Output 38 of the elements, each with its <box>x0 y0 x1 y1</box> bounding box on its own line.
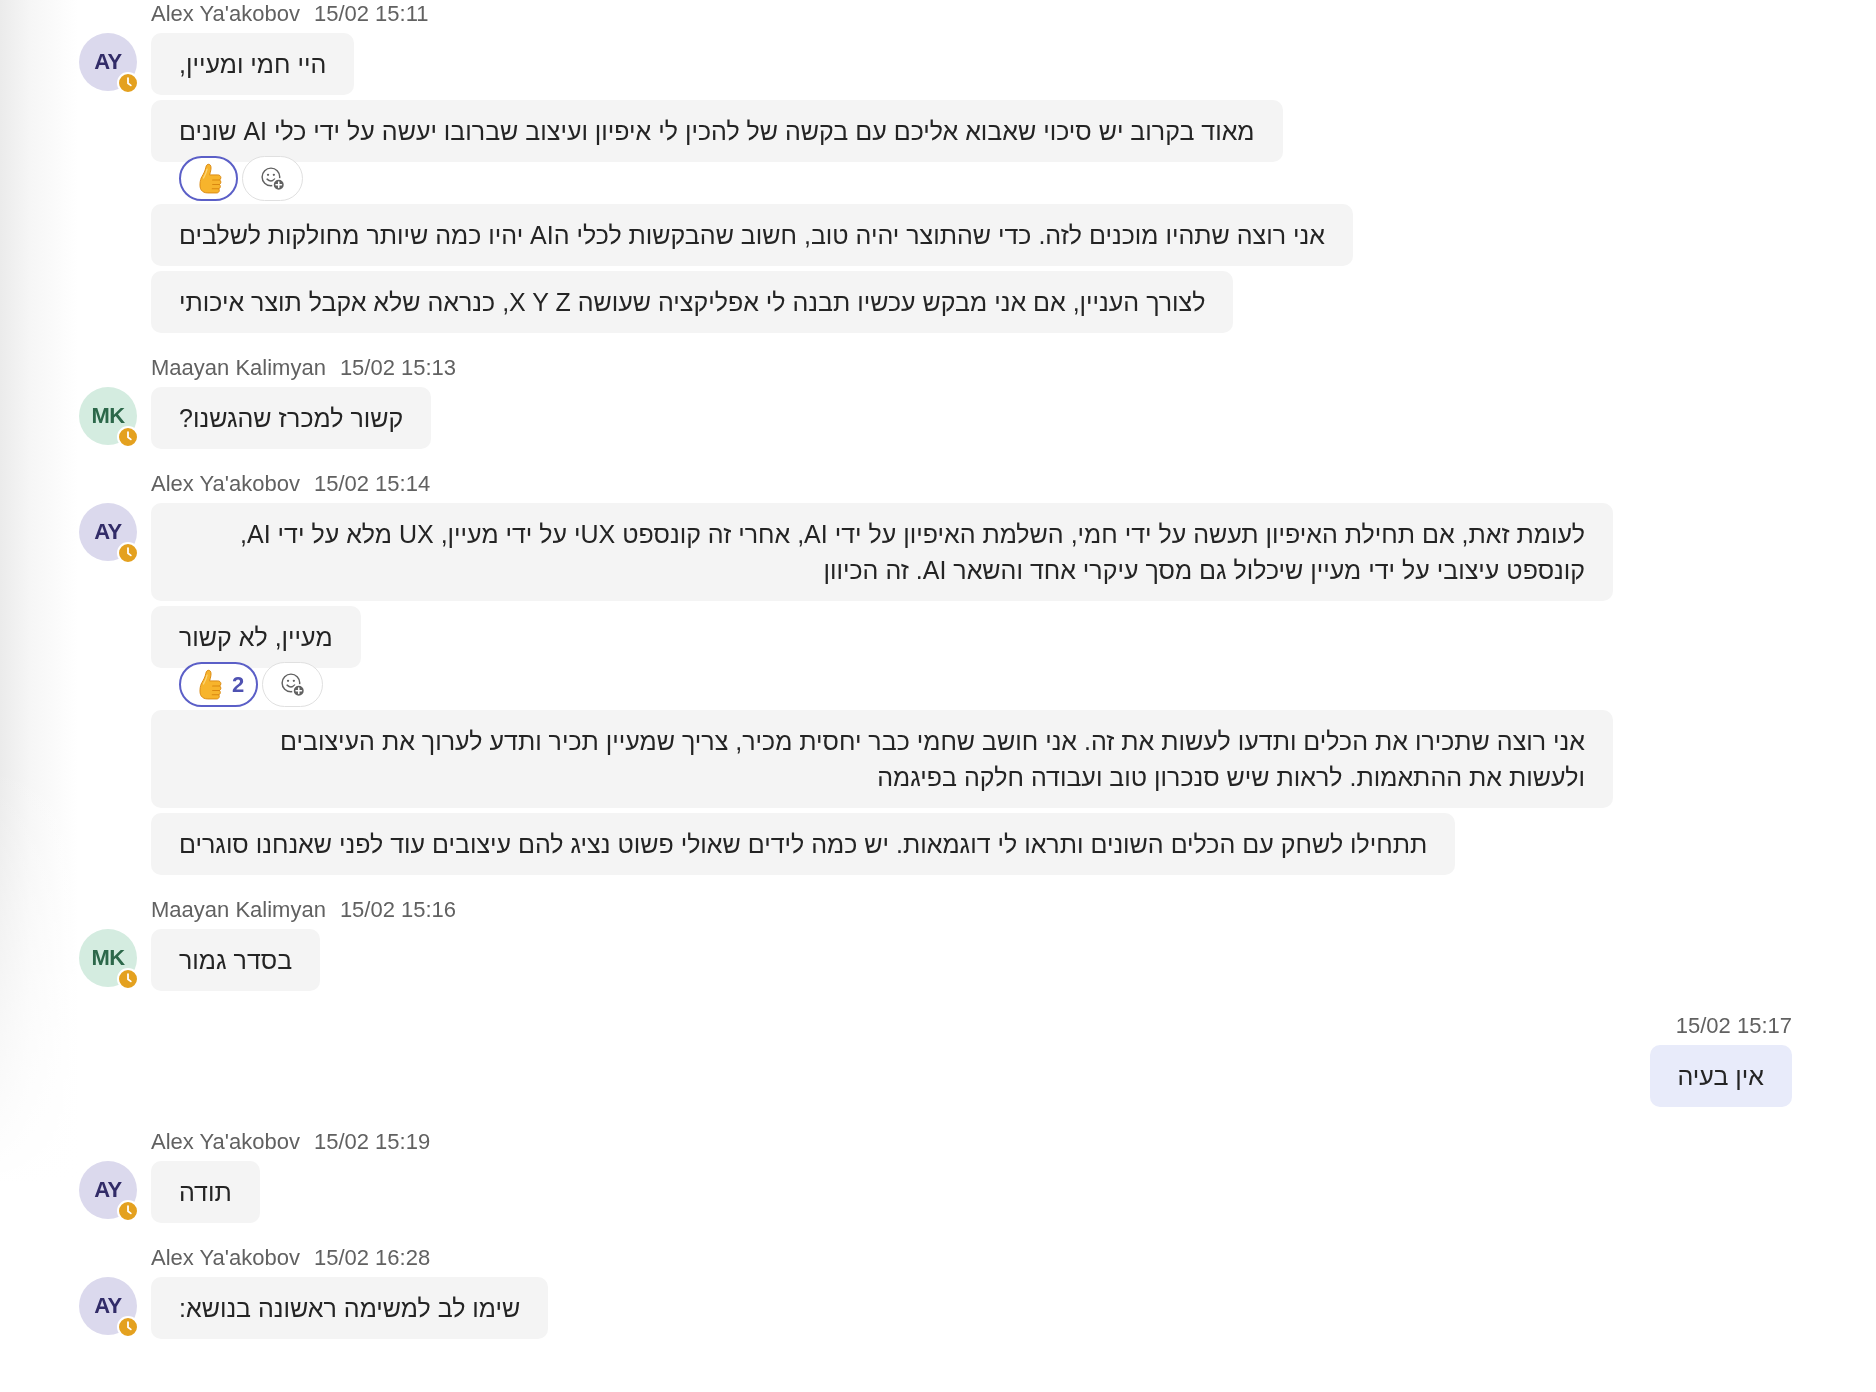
message-time: 15/02 15:11 <box>313 1 429 27</box>
avatar: MK <box>79 387 137 445</box>
sender-name: Maayan Kalimyan <box>151 897 326 923</box>
chat-message: אני רוצה שתכירו את הכלים ותדעו לעשות את זה. אני חושב שחמי כבר יחסית מכיר, צריך שמעיין תכיר ותדע לערוך את העיצובים ולעשות את ההתאמות. לראות שיש סנכרון טוב ועבודה חלקה בפיגמה <box>151 710 1613 808</box>
avatar: AY <box>79 1161 137 1219</box>
add-reaction-button[interactable] <box>262 662 324 707</box>
message-time: 15/02 15:13 <box>339 355 457 381</box>
message-time: 15/02 15:17 <box>1675 1013 1792 1039</box>
reaction-button[interactable] <box>179 156 238 201</box>
sender-name: Alex Ya'akobov <box>151 1245 300 1271</box>
message-time: 15/02 15:19 <box>313 1129 431 1155</box>
chat-message: בסדר גמור <box>151 929 321 991</box>
chat-message: קשור למכרז שהגשנו? <box>151 387 432 449</box>
avatar: AY <box>79 503 137 561</box>
chat-message: אין בעיה <box>1649 1045 1792 1107</box>
chat-message: תתחילו לשחק עם הכלים השונים ותראו לי דוגמאות. יש כמה לידים שאולי פשוט נציג להם עיצובים עוד לפני שאנחנו סוגרים <box>151 813 1456 875</box>
avatar: MK <box>79 929 137 987</box>
sender-name: Maayan Kalimyan <box>151 355 326 381</box>
smiley-plus-icon <box>279 671 307 698</box>
sender-name: Alex Ya'akobov <box>151 471 300 497</box>
message-time: 15/02 15:16 <box>339 897 457 923</box>
message-time: 15/02 15:14 <box>313 471 431 497</box>
chat-message: מאוד בקרוב יש סיכוי שאבוא אליכם עם בקשה של להכין לי איפיון ועיצוב שברובו יעשה על ידי כלי AI שונים <box>151 100 1283 162</box>
sender-name: Alex Ya'akobov <box>151 1129 300 1155</box>
chat-message: שימו לב למשימה ראשונה בנושא: <box>151 1277 549 1339</box>
sender-name: Alex Ya'akobov <box>151 1 300 27</box>
add-reaction-button[interactable] <box>242 156 303 201</box>
message-time: 15/02 16:28 <box>313 1245 431 1271</box>
chat-message: לעומת זאת, אם תחילת האיפיון תעשה על ידי חמי, השלמת האיפיון על ידי AI, אחרי זה קונספט UXי על ידי מעיין, UX מלא על ידי AI, קונספט עיצובי על ידי מעיין שיכלול גם מסך עיקרי אחד והשאר AI. זה הכיוון <box>151 503 1613 601</box>
smiley-plus-icon <box>259 165 286 192</box>
chat-message: אני רוצה שתהיו מוכנים לזה. כדי שהתוצר יהיה טוב, חשוב שהבקשות לכלי הAI יהיו כמה שיותר מחולקות לשלבים <box>151 204 1353 266</box>
avatar: AY <box>79 33 137 91</box>
chat-message: לצורך העניין, אם אני מבקש עכשיו תבנה לי אפליקציה שעושה X Y Z, כנראה שלא אקבל תוצר איכותי <box>151 271 1234 333</box>
avatar: AY <box>79 1277 137 1335</box>
chat-message: היי חמי ומעיין, <box>151 33 355 95</box>
chat-message: תודה <box>151 1161 260 1223</box>
chat-message: מעיין, לא קשור <box>151 606 361 668</box>
reaction-button[interactable]: 2 <box>179 662 259 707</box>
